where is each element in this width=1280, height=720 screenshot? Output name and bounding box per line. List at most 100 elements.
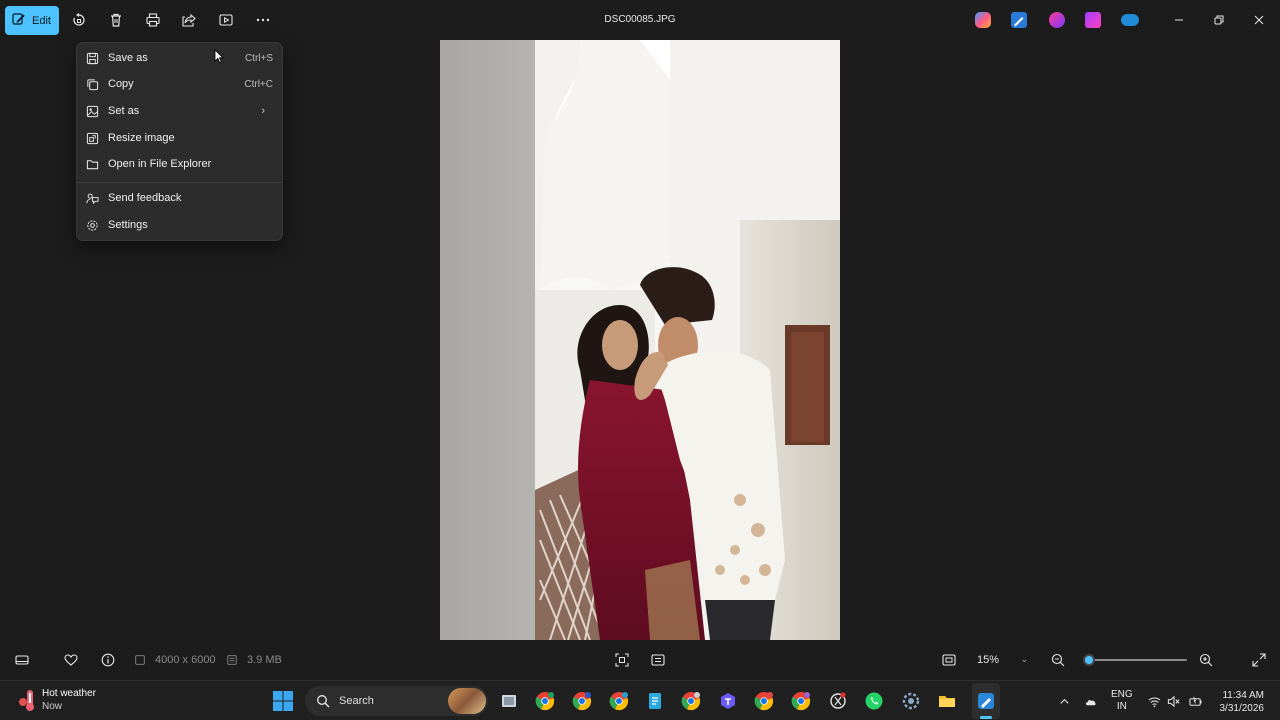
copy-icon — [85, 77, 99, 91]
menu-item-label: Save as — [108, 52, 148, 64]
menu-item-save-as[interactable]: Save as Ctrl+S — [81, 45, 279, 71]
taskbar-search-box[interactable]: Search — [305, 686, 488, 716]
minimize-icon[interactable] — [1171, 12, 1187, 28]
zoom-fit-icon[interactable] — [941, 652, 957, 668]
share-icon[interactable] — [179, 10, 199, 30]
zoom-slider-thumb[interactable] — [1083, 654, 1095, 666]
zoom-slider[interactable] — [1088, 659, 1187, 661]
chrome-icon[interactable] — [534, 690, 556, 712]
menu-item-set-as[interactable]: Set as › — [81, 98, 279, 124]
menu-item-label: Open in File Explorer — [108, 158, 212, 170]
shortcut-hint: Ctrl+S — [244, 52, 273, 64]
thermometer-icon — [16, 688, 36, 712]
battery-icon[interactable] — [1188, 694, 1202, 708]
gear-icon — [85, 218, 99, 232]
fit-to-screen-icon[interactable] — [614, 652, 630, 668]
slideshow-icon[interactable] — [216, 10, 236, 30]
menu-item-label: Set as — [108, 105, 140, 117]
chevron-down-icon: ⌄ — [1020, 654, 1028, 664]
filmstrip-icon[interactable] — [14, 652, 30, 668]
save-icon — [85, 51, 99, 65]
task-view-icon[interactable] — [498, 690, 520, 712]
chevron-up-icon[interactable] — [1057, 694, 1071, 708]
mouse-pointer-icon — [214, 49, 224, 63]
system-clock[interactable]: 11:34 AM 3/31/2026 — [1212, 689, 1265, 715]
notepad-icon[interactable] — [644, 690, 666, 712]
edit-label: Edit — [32, 14, 51, 27]
more-options-icon[interactable] — [253, 10, 273, 30]
shortcut-hint: Ctrl+C — [244, 78, 273, 90]
edit-button[interactable]: Edit — [5, 6, 59, 35]
designer-icon[interactable] — [1049, 12, 1065, 28]
file-size-icon — [226, 652, 238, 668]
menu-item-open-in-file-explorer[interactable]: Open in File Explorer — [81, 151, 279, 177]
copilot-icon[interactable] — [975, 12, 991, 28]
close-icon[interactable] — [1251, 12, 1267, 28]
search-label: Search — [339, 695, 374, 707]
feedback-icon — [85, 191, 99, 205]
menu-item-label: Copy — [108, 78, 134, 90]
info-bar: 4000 x 6000 3.9 MB 15% ⌄ — [0, 640, 1280, 680]
zoom-level-dropdown[interactable]: 15% ⌄ — [970, 649, 1036, 671]
windows-taskbar: Hot weather Now Search ENG IN 11:34 AM 3… — [0, 680, 1280, 720]
language-code: ENG — [1111, 689, 1133, 700]
weather-subtitle: Now — [42, 701, 63, 712]
file-explorer-icon[interactable] — [936, 690, 958, 712]
couple-photo-image — [440, 40, 840, 640]
openai-chatgpt-icon[interactable] — [827, 690, 849, 712]
clock-time: 11:34 AM — [1222, 690, 1264, 701]
chrome-profile-2-icon[interactable] — [571, 690, 593, 712]
settings-gear-icon[interactable] — [900, 690, 922, 712]
region-code: IN — [1116, 701, 1127, 712]
edit-icon — [12, 12, 26, 29]
photo-viewer-image[interactable] — [440, 40, 840, 640]
more-options-menu: Save as Ctrl+S Copy Ctrl+C Set as › Resi… — [76, 42, 283, 241]
volume-muted-icon[interactable] — [1166, 694, 1180, 708]
zoom-in-icon[interactable] — [1198, 652, 1214, 668]
language-indicator[interactable]: ENG IN — [1111, 689, 1133, 713]
menu-item-send-feedback[interactable]: Send feedback — [81, 185, 279, 211]
zoom-out-icon[interactable] — [1050, 652, 1066, 668]
menu-item-settings[interactable]: Settings — [81, 212, 279, 238]
fullscreen-icon[interactable] — [1251, 652, 1267, 668]
photos-edit-icon[interactable] — [1011, 12, 1027, 28]
onedrive-tray-icon[interactable] — [1083, 694, 1097, 708]
chrome-profile-3-icon[interactable] — [608, 690, 630, 712]
actual-size-icon[interactable] — [650, 652, 666, 668]
set-as-icon — [85, 104, 99, 118]
menu-item-label: Send feedback — [108, 192, 182, 204]
windows-start-icon[interactable] — [273, 691, 293, 711]
favorite-heart-icon[interactable] — [63, 652, 79, 668]
info-icon[interactable] — [100, 652, 116, 668]
clipchamp-icon[interactable] — [1085, 12, 1101, 28]
weather-widget[interactable]: Hot weather Now — [16, 687, 96, 713]
menu-item-copy[interactable]: Copy Ctrl+C — [81, 71, 279, 97]
chrome-profile-6-icon[interactable] — [790, 690, 812, 712]
folder-icon — [85, 157, 99, 171]
file-name-title: DSC00085.JPG — [604, 14, 676, 25]
photos-app-icon[interactable] — [975, 690, 997, 712]
image-dimensions: 4000 x 6000 — [155, 654, 216, 666]
rotate-icon[interactable] — [69, 10, 89, 30]
chrome-profile-5-icon[interactable] — [753, 690, 775, 712]
title-bar: Edit DSC00085.JPG — [0, 0, 1280, 40]
search-highlight-image — [448, 688, 486, 714]
dimensions-icon — [134, 652, 146, 668]
menu-separator — [77, 182, 282, 183]
onedrive-icon[interactable] — [1121, 14, 1139, 26]
delete-icon[interactable] — [106, 10, 126, 30]
clock-date: 3/31/2026 — [1219, 703, 1265, 714]
chrome-profile-4-icon[interactable] — [680, 690, 702, 712]
active-app-indicator — [980, 716, 992, 719]
search-icon — [317, 695, 330, 708]
teams-icon[interactable] — [717, 690, 739, 712]
weather-title: Hot weather — [42, 688, 96, 699]
wifi-icon[interactable] — [1147, 694, 1161, 708]
print-icon[interactable] — [143, 10, 163, 30]
menu-item-resize-image[interactable]: Resize image — [81, 125, 279, 151]
whatsapp-icon[interactable] — [863, 690, 885, 712]
restore-icon[interactable] — [1211, 12, 1227, 28]
resize-icon — [85, 131, 99, 145]
zoom-level-value: 15% — [977, 654, 1000, 666]
file-size: 3.9 MB — [247, 654, 282, 666]
